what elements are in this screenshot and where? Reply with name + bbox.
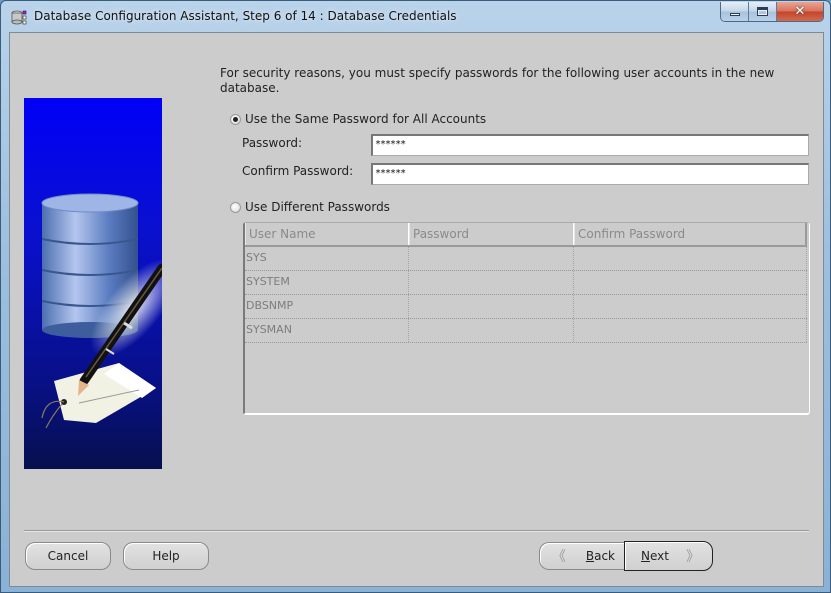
help-button[interactable]: Help (123, 542, 209, 570)
chevron-right-icon: 》 (686, 549, 700, 565)
minimize-button[interactable] (721, 2, 749, 21)
password-input[interactable]: ****** (371, 134, 809, 156)
close-icon: ✕ (794, 4, 806, 19)
help-button-label: Help (152, 549, 180, 563)
chevron-left-icon: 《 (552, 549, 566, 565)
column-header-confirm-password[interactable]: Confirm Password (574, 223, 807, 245)
table-row[interactable]: SYS (245, 247, 807, 271)
footer-separator (24, 530, 809, 532)
cell-password[interactable] (409, 319, 574, 342)
back-button-label: Back (585, 549, 615, 563)
application-window: Database Configuration Assistant, Step 6… (0, 0, 831, 593)
window-controls: ✕ (720, 2, 824, 22)
different-passwords-option[interactable]: Use Different Passwords (230, 200, 390, 214)
different-passwords-label: Use Different Passwords (245, 200, 390, 214)
cancel-button[interactable]: Cancel (25, 542, 111, 570)
different-passwords-radio[interactable] (230, 201, 241, 213)
title-bar[interactable]: Database Configuration Assistant, Step 6… (1, 1, 831, 33)
wizard-illustration (24, 98, 162, 469)
tag-icon (41, 363, 156, 429)
database-app-icon (11, 10, 27, 25)
same-password-label: Use the Same Password for All Accounts (245, 112, 487, 126)
password-label: Password: (242, 136, 303, 150)
instructions-text: For security reasons, you must specify p… (220, 66, 775, 95)
table-row[interactable]: DBSNMP (245, 295, 807, 319)
same-password-option[interactable]: Use the Same Password for All Accounts (230, 112, 486, 126)
confirm-password-input[interactable]: ****** (371, 163, 809, 185)
cell-password[interactable] (409, 247, 574, 270)
table-body: SYS SYSTEM DBSNMP SYSMAN (245, 247, 807, 343)
cell-confirm-password[interactable] (574, 319, 807, 342)
confirm-password-label: Confirm Password: (242, 164, 354, 178)
cell-confirm-password[interactable] (574, 271, 807, 294)
next-button[interactable]: Next 》 (624, 541, 713, 571)
table-row[interactable]: SYSTEM (245, 271, 807, 295)
window-title: Database Configuration Assistant, Step 6… (34, 9, 457, 23)
table-header: User Name Password Confirm Password (245, 223, 807, 247)
cell-user-name: SYSTEM (245, 271, 409, 294)
cancel-button-label: Cancel (47, 549, 89, 563)
cell-password[interactable] (409, 295, 574, 318)
dialog-content: For security reasons, you must specify p… (9, 32, 824, 587)
table-row[interactable]: SYSMAN (245, 319, 807, 343)
column-header-password[interactable]: Password (409, 223, 574, 245)
next-button-label: Next (641, 549, 669, 563)
same-password-radio[interactable] (230, 113, 241, 125)
maximize-button[interactable] (749, 2, 777, 21)
minimize-icon (729, 13, 740, 16)
cell-user-name: SYS (245, 247, 409, 270)
column-header-user-name[interactable]: User Name (245, 223, 409, 245)
maximize-icon (757, 7, 768, 16)
cell-confirm-password[interactable] (574, 295, 807, 318)
cell-confirm-password[interactable] (574, 247, 807, 270)
database-pen-illustration (41, 193, 162, 429)
close-button[interactable]: ✕ (777, 2, 823, 21)
cell-password[interactable] (409, 271, 574, 294)
user-password-table: User Name Password Confirm Password SYS … (243, 222, 810, 415)
back-button[interactable]: 《 Back (539, 542, 625, 570)
cell-user-name: SYSMAN (245, 319, 409, 342)
cell-user-name: DBSNMP (245, 295, 409, 318)
